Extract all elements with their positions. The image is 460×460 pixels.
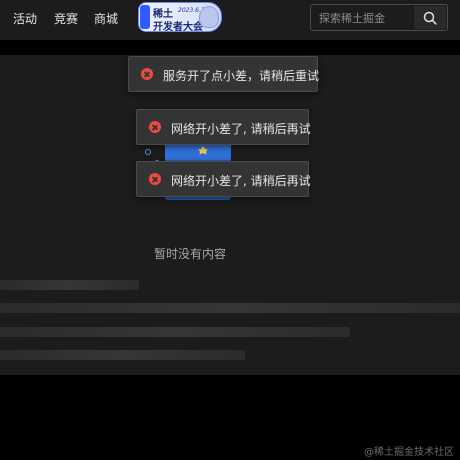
search-box bbox=[310, 4, 448, 31]
skeleton-line bbox=[0, 280, 139, 290]
error-toast: 服务开了点小差，请稍后重试 bbox=[128, 56, 320, 92]
error-toast: 网络开小差了, 请稍后再试 bbox=[136, 109, 311, 145]
error-close-circle-icon bbox=[141, 68, 153, 80]
top-nav-bar: 活动 竞赛 商城 稀土 2023.6.30 开发者大会 bbox=[0, 0, 460, 40]
nav-item-mall[interactable]: 商城 bbox=[94, 10, 118, 27]
toast-message: 网络开小差了, 请稍后再试 bbox=[171, 174, 311, 188]
search-icon bbox=[423, 11, 437, 25]
skeleton-line bbox=[0, 303, 460, 313]
banner-mascot-icon bbox=[199, 6, 219, 28]
skeleton-line bbox=[0, 350, 245, 360]
search-button[interactable] bbox=[414, 6, 446, 29]
banner-subtitle: 开发者大会 bbox=[153, 22, 203, 32]
toast-message: 网络开小差了, 请稍后再试 bbox=[171, 122, 311, 136]
error-close-circle-icon bbox=[149, 173, 161, 185]
search-input[interactable] bbox=[319, 10, 411, 26]
nav-item-activities[interactable]: 活动 bbox=[13, 10, 37, 27]
skeleton-line bbox=[0, 327, 350, 337]
content-panel: 暂时没有内容 bbox=[0, 55, 460, 375]
banner-badge bbox=[140, 5, 150, 29]
watermark: @稀土掘金技术社区 bbox=[364, 447, 454, 458]
empty-state-text: 暂时没有内容 bbox=[154, 247, 227, 261]
nav-item-competitions[interactable]: 竞赛 bbox=[54, 10, 78, 27]
toast-message: 服务开了点小差，请稍后重试 bbox=[163, 69, 320, 83]
error-toast: 网络开小差了, 请稍后再试 bbox=[136, 161, 311, 197]
developer-conference-banner[interactable]: 稀土 2023.6.30 开发者大会 bbox=[138, 2, 222, 32]
error-close-circle-icon bbox=[149, 121, 161, 133]
